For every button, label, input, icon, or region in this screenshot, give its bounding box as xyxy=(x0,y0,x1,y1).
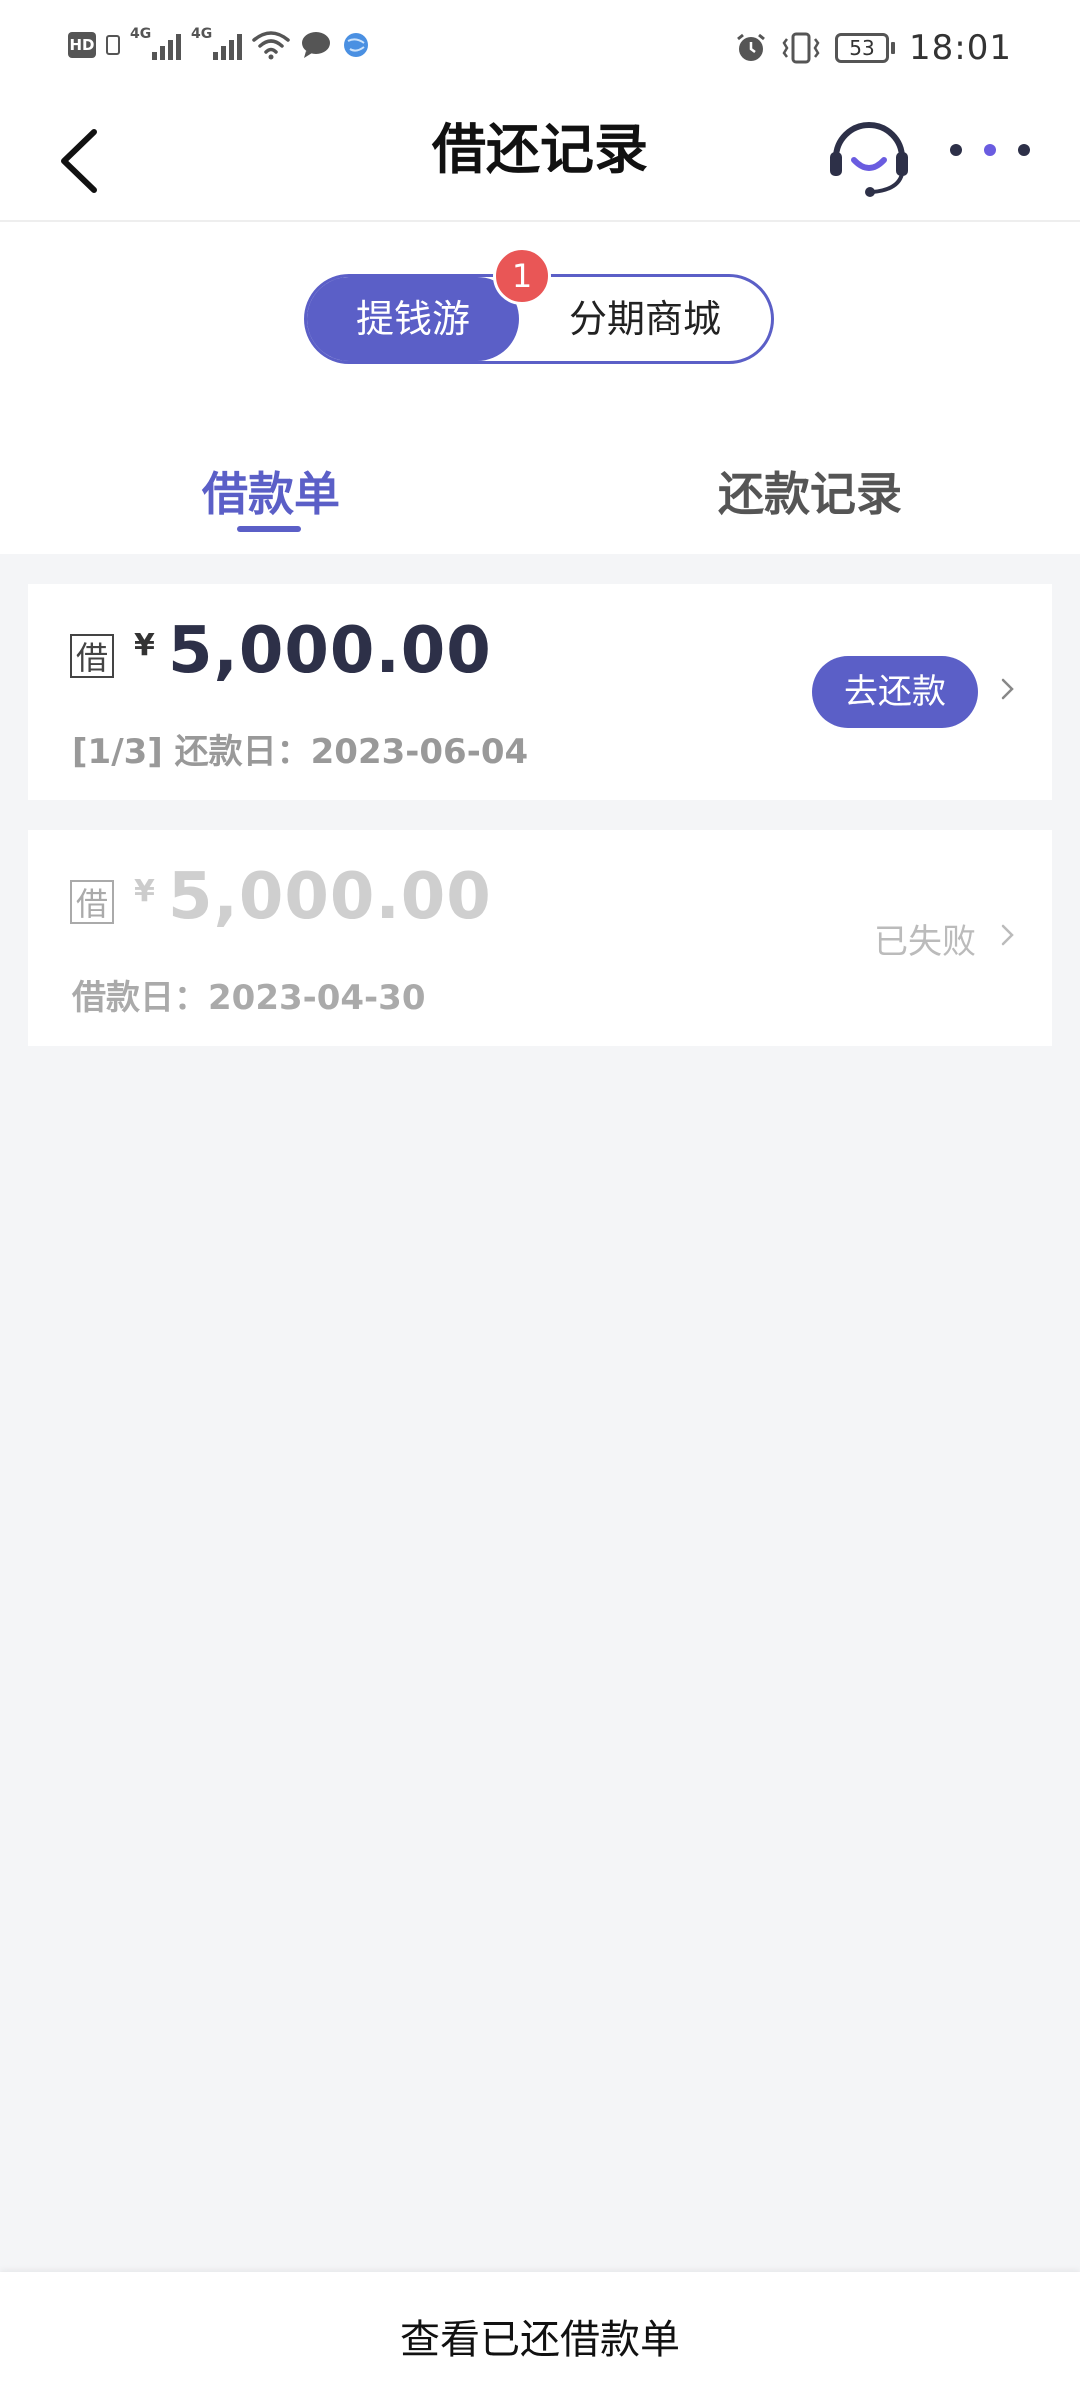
page-title: 借还记录 xyxy=(432,118,648,181)
loan-card[interactable]: 借 ¥ 5,000.00 [1/3] 还款日：2023-06-04 去还款 xyxy=(28,584,1052,800)
loan-type-tag: 借 xyxy=(70,880,114,924)
more-options-button[interactable] xyxy=(950,130,1030,170)
filter-panel: 提钱游 分期商城 1 借款单 还款记录 xyxy=(0,222,1080,554)
sim1-network-label: 4G xyxy=(130,26,152,42)
loan-type-tag: 借 xyxy=(70,634,114,678)
more-dot-icon xyxy=(950,144,962,156)
status-bar-right: 53 18:01 xyxy=(735,28,1012,68)
chevron-right-icon xyxy=(1001,678,1014,700)
tab-loan-orders[interactable]: 借款单 xyxy=(202,458,340,524)
sim2-network-label: 4G xyxy=(191,26,213,42)
battery-icon: 53 xyxy=(835,33,896,63)
vibrate-icon xyxy=(782,32,820,64)
loan-amount: 5,000.00 xyxy=(168,860,492,934)
status-bar: HD 4G 4G 53 18:01 xyxy=(0,0,1080,100)
message-icon xyxy=(302,32,330,58)
clock: 18:01 xyxy=(909,28,1012,68)
signal-sim1-icon: 4G xyxy=(130,26,181,60)
loan-date: 借款日：2023-04-30 xyxy=(72,978,426,1018)
app-header: 借还记录 xyxy=(0,100,1080,222)
segment-tiqianyou[interactable]: 提钱游 xyxy=(307,277,519,361)
currency-symbol: ¥ xyxy=(134,874,155,909)
status-label: 已失败 xyxy=(874,922,976,962)
battery-level: 53 xyxy=(835,33,890,63)
loan-card[interactable]: 借 ¥ 5,000.00 借款日：2023-04-30 已失败 xyxy=(28,830,1052,1046)
view-repaid-loans-button[interactable]: 查看已还借款单 xyxy=(0,2272,1080,2400)
wifi-icon xyxy=(252,31,290,60)
repayment-date: [1/3] 还款日：2023-06-04 xyxy=(72,732,529,772)
segment-installment-mall[interactable]: 分期商城 xyxy=(519,277,771,361)
repay-button[interactable]: 去还款 xyxy=(812,656,978,728)
headset-icon xyxy=(830,122,908,197)
alarm-icon xyxy=(737,33,765,61)
more-dot-icon xyxy=(1018,144,1030,156)
signal-sim2-icon: 4G xyxy=(191,26,242,60)
more-dot-icon xyxy=(984,144,996,156)
browser-icon xyxy=(344,33,368,57)
customer-service-button[interactable] xyxy=(824,110,914,200)
loan-amount: 5,000.00 xyxy=(168,614,492,688)
notification-badge: 1 xyxy=(493,247,551,305)
active-tab-indicator xyxy=(237,526,301,532)
tab-repayment-records[interactable]: 还款记录 xyxy=(718,458,902,524)
chevron-right-icon xyxy=(1001,924,1014,946)
sim-icon xyxy=(106,35,120,55)
hd-indicator: HD xyxy=(68,32,96,58)
currency-symbol: ¥ xyxy=(134,628,155,663)
status-bar-left: HD 4G 4G xyxy=(68,26,370,60)
product-segment-control: 提钱游 分期商城 1 xyxy=(304,247,774,364)
